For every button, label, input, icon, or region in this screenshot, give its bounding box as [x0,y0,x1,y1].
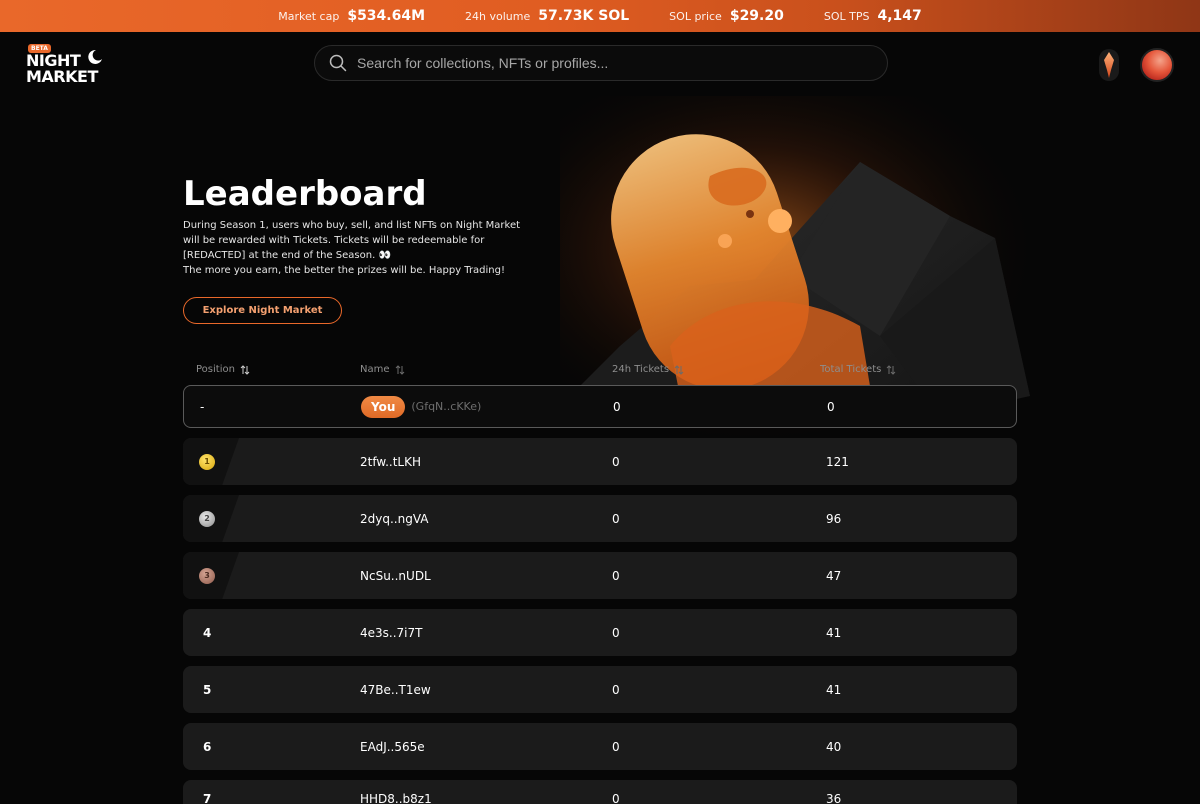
bronze-medal-icon: 3 [199,567,215,584]
header-label: Name [360,364,390,375]
row-24h-tickets: 0 [612,682,620,697]
header: BETA NIGHT MARKET [0,32,1200,98]
gold-medal-icon: 1 [199,453,215,470]
stat-label: Market cap [278,10,340,23]
row-24h-tickets: 0 [612,511,620,526]
stat-label: SOL TPS [823,10,870,23]
row-24h-tickets: 0 [612,454,620,469]
row-name: EAdJ..565e [360,739,425,754]
row-name: 2tfw..tLKH [360,454,421,469]
table-row[interactable]: 2 2dyq..ngVA 0 96 [183,495,1017,542]
row-position: 1 [199,438,215,485]
explore-night-market-button[interactable]: Explore Night Market [183,297,342,324]
stat-sol-tps: SOL TPS 4,147 [824,8,922,24]
table-row[interactable]: 6 EAdJ..565e 0 40 [183,723,1017,770]
header-total-tickets[interactable]: Total Tickets [820,364,896,375]
row-24h-tickets: 0 [612,792,620,804]
row-24h-tickets: 0 [612,625,620,640]
stat-sol-price: SOL price $29.20 [669,8,784,24]
description-paragraph: During Season 1, users who buy, sell, an… [183,220,521,261]
row-name: HHD8..b8z1 [360,792,432,804]
row-name: 47Be..T1ew [360,682,431,697]
page-title: Leaderboard [183,174,427,214]
row-24h-tickets: 0 [613,399,621,414]
stats-bar: Market cap $534.64M 24h volume 57.73K SO… [0,0,1200,32]
row-total-tickets: 41 [826,682,842,697]
row-name: 2dyq..ngVA [360,511,429,526]
you-badge: You [361,395,406,418]
page-description: During Season 1, users who buy, sell, an… [183,218,523,278]
row-total-tickets: 47 [826,568,842,583]
table-row[interactable]: 5 47Be..T1ew 0 41 [183,666,1017,713]
search-input[interactable] [357,55,887,71]
table-row[interactable]: 1 2tfw..tLKH 0 121 [183,438,1017,485]
stat-value: $534.64M [347,8,426,24]
header-position[interactable]: Position [196,364,250,375]
row-total-tickets: 0 [827,399,835,414]
table-header: Position Name 24h Tickets Total Tickets [183,364,1017,380]
sort-icon [886,364,896,375]
header-24h-tickets[interactable]: 24h Tickets [612,364,684,375]
row-position: 6 [203,739,212,754]
row-position: 3 [199,552,215,599]
table-row[interactable]: 3 NcSu..nUDL 0 47 [183,552,1017,599]
search-icon [329,54,347,72]
avatar[interactable] [1140,48,1174,82]
table-row[interactable]: 7 HHD8..b8z1 0 36 [183,780,1017,804]
table-row[interactable]: 4 4e3s..7i7T 0 41 [183,609,1017,656]
ticket-icon[interactable] [1098,48,1120,82]
row-name: 4e3s..7i7T [360,625,423,640]
sort-icon [240,364,250,375]
row-total-tickets: 121 [826,454,849,469]
night-market-logo[interactable]: BETA NIGHT MARKET [26,44,116,88]
search-bar[interactable] [314,45,888,81]
stat-label: SOL price [669,10,722,23]
header-label: Total Tickets [820,364,882,375]
row-24h-tickets: 0 [612,739,620,754]
stat-24h-volume: 24h volume 57.73K SOL [465,8,629,24]
you-address: (GfqN..cKKe) [411,400,482,413]
stat-value: 57.73K SOL [538,8,630,24]
table-row-you[interactable]: - You (GfqN..cKKe) 0 0 [183,385,1017,428]
row-position: 4 [203,625,212,640]
moon-icon [88,49,102,64]
row-position: 5 [203,682,212,697]
silver-medal-icon: 2 [199,510,215,527]
row-name: You (GfqN..cKKe) [361,386,481,427]
header-label: 24h Tickets [612,364,670,375]
stat-value: $29.20 [729,8,784,24]
row-name: NcSu..nUDL [360,568,431,583]
stat-value: 4,147 [877,8,922,24]
row-position: 2 [199,495,215,542]
stat-label: 24h volume [465,10,531,23]
logo-text-market: MARKET [26,67,98,86]
row-total-tickets: 36 [826,792,842,804]
row-total-tickets: 41 [826,625,842,640]
row-24h-tickets: 0 [612,568,620,583]
row-total-tickets: 40 [826,739,842,754]
sort-icon [395,364,404,375]
row-position: 7 [203,792,212,804]
header-name[interactable]: Name [360,364,405,375]
row-total-tickets: 96 [826,511,842,526]
description-paragraph: The more you earn, the better the prizes… [183,265,506,276]
row-position: - [200,399,205,414]
header-label: Position [196,364,235,375]
sort-icon [674,364,684,375]
stat-market-cap: Market cap $534.64M [278,8,425,24]
